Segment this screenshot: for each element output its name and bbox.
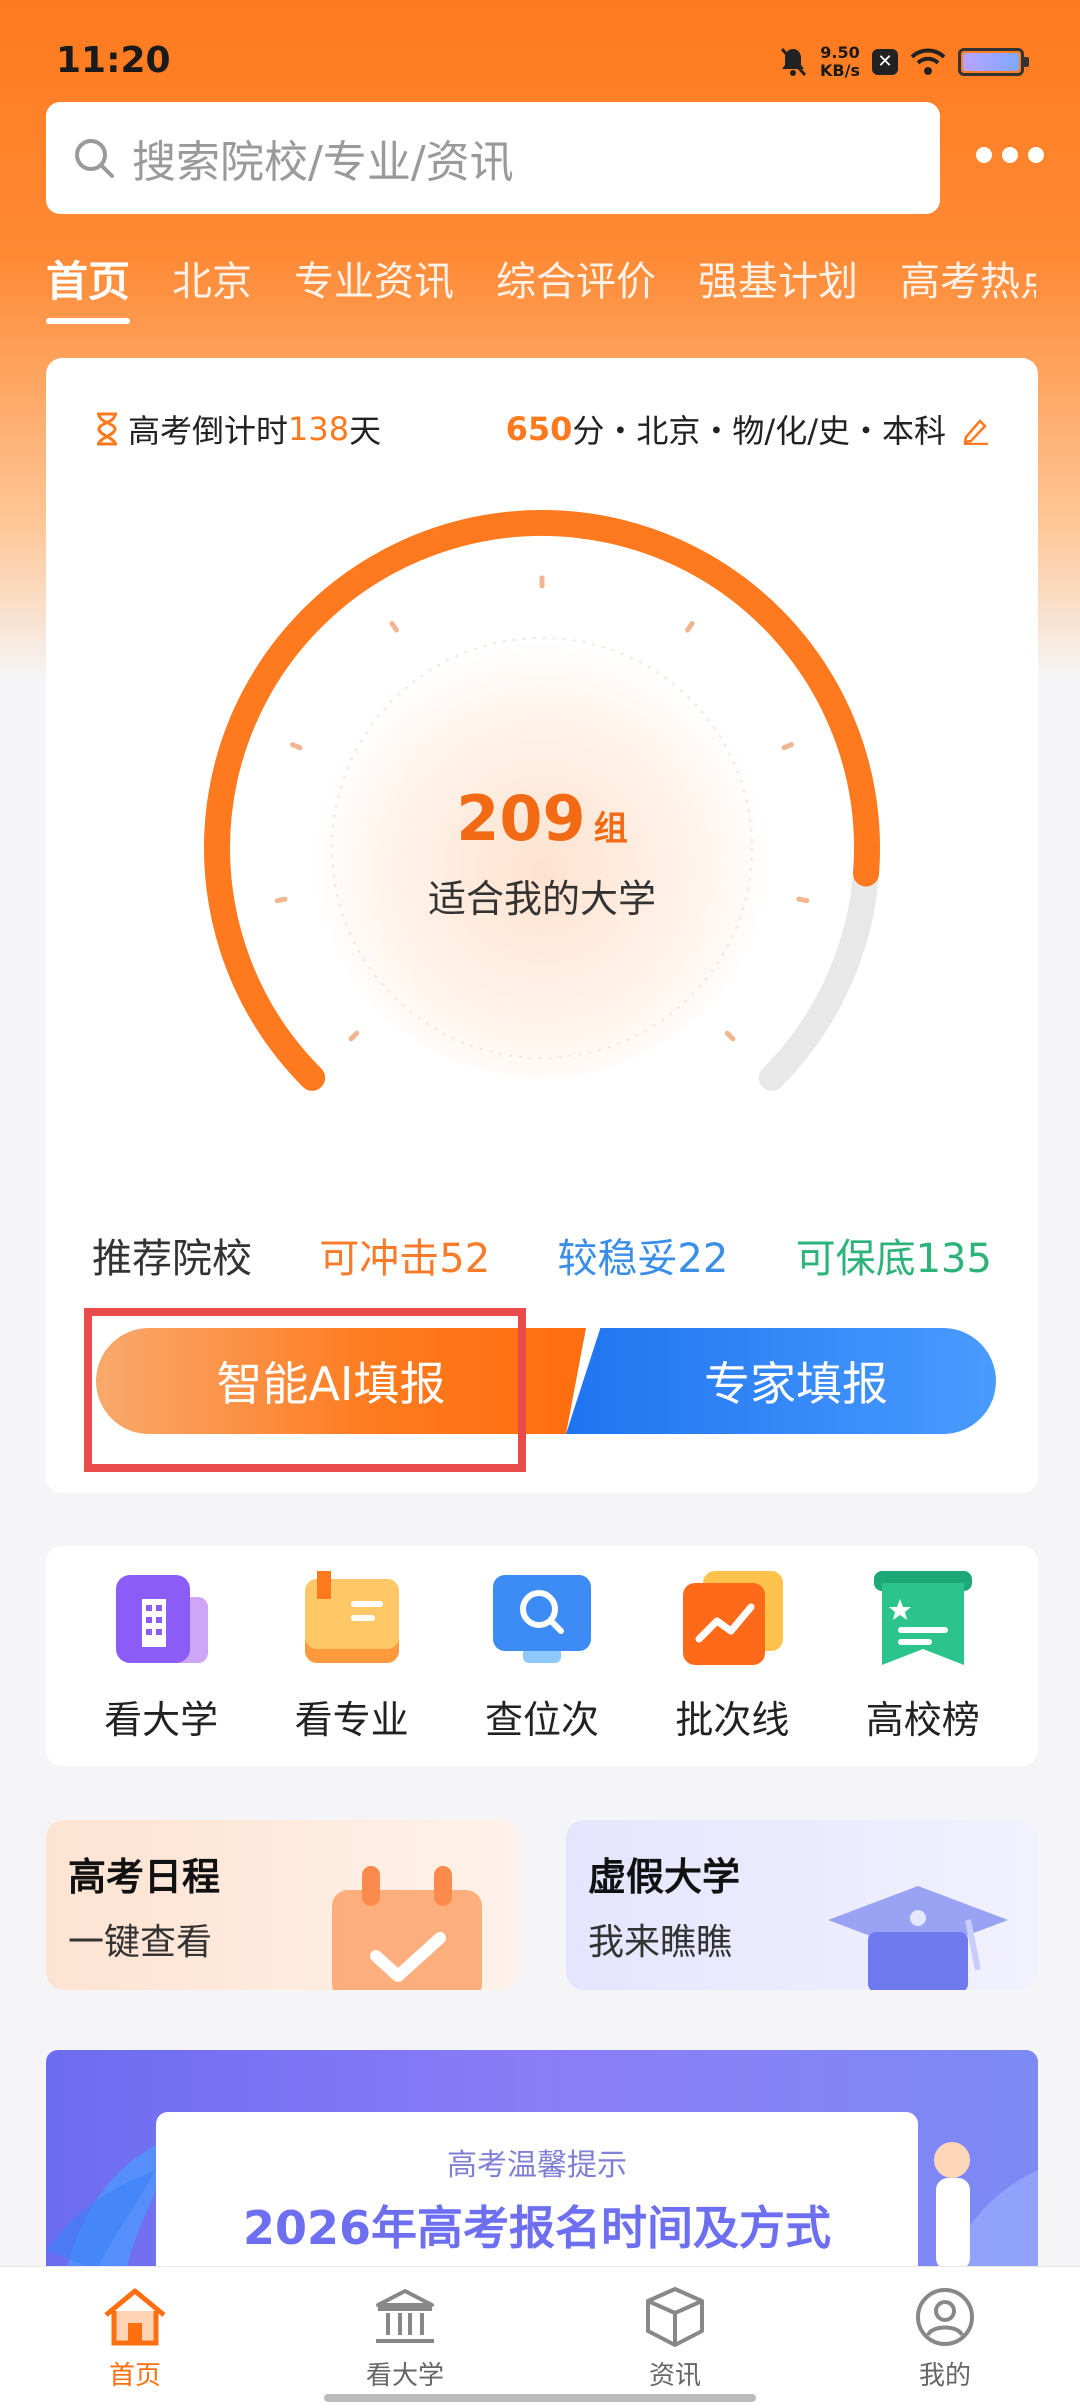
hourglass-icon xyxy=(97,412,117,446)
building-icon xyxy=(116,1574,209,1663)
quick-link-universities[interactable]: 看大学 xyxy=(76,1569,246,1744)
calendar-check-icon xyxy=(332,1866,482,1990)
tab-major-news[interactable]: 专业资讯 xyxy=(294,252,454,332)
gauge-count: 209 xyxy=(456,782,586,855)
quick-link-label: 看专业 xyxy=(294,1697,409,1742)
nav-home[interactable]: 首页 xyxy=(0,2267,270,2408)
banner-title: 2026年高考报名时间及方式 xyxy=(242,2201,832,2255)
wifi-icon xyxy=(910,48,946,75)
quick-links: 看大学 看专业 查位次 批次线 高校榜 xyxy=(46,1546,1038,1766)
net-speed-unit: KB/s xyxy=(820,61,860,80)
search-monitor-icon xyxy=(492,1574,591,1663)
tab-strong-base-plan[interactable]: 强基计划 xyxy=(698,252,858,332)
recommend-title: 推荐院校 xyxy=(92,1236,252,1282)
expert-fill-button[interactable]: 专家填报 xyxy=(566,1328,996,1434)
net-speed-value: 9.50 xyxy=(820,43,860,62)
tab-home[interactable]: 首页 xyxy=(46,252,131,332)
nav-label: 我的 xyxy=(918,2361,971,2391)
gauge-tick xyxy=(389,621,399,633)
search-icon xyxy=(75,139,114,178)
quick-link-rank-lookup[interactable]: 查位次 xyxy=(457,1569,627,1744)
quick-link-label: 查位次 xyxy=(484,1697,599,1742)
box-icon xyxy=(646,2287,704,2347)
battery-icon xyxy=(958,48,1029,76)
quick-link-batch-line[interactable]: 批次线 xyxy=(647,1569,817,1744)
exam-countdown: 高考倒计时 138 天 xyxy=(92,406,381,452)
match-gauge[interactable]: 209 组 适合我的大学 xyxy=(192,498,892,1198)
score-value: 650 xyxy=(505,410,573,448)
gauge-tick xyxy=(781,742,794,751)
category-tabs: 首页 北京 专业资讯 综合评价 强基计划 高考热点 xyxy=(46,252,1036,332)
x-badge-icon: ✕ xyxy=(872,49,898,75)
banner-subtitle: 高考温馨提示 xyxy=(447,2148,627,2183)
university-icon xyxy=(376,2289,434,2343)
promo-exam-schedule[interactable]: 高考日程 一键查看 xyxy=(46,1820,518,1990)
gauge-tick xyxy=(724,1030,736,1042)
gauge-unit: 组 xyxy=(593,809,628,849)
quick-link-ranking[interactable]: 高校榜 xyxy=(838,1569,1008,1744)
search-placeholder: 搜索院校/专业/资讯 xyxy=(132,137,514,188)
status-bar: 11:20 9.50 KB/s ✕ xyxy=(0,0,1080,110)
recommend-row: 推荐院校 可冲击52 较稳妥22 可保底135 xyxy=(92,1226,992,1284)
gauge-tick xyxy=(685,621,695,633)
recommend-rush[interactable]: 可冲击52 xyxy=(319,1226,490,1284)
more-dot-icon xyxy=(976,147,992,163)
tab-beijing[interactable]: 北京 xyxy=(172,252,252,332)
gauge-tick xyxy=(348,1030,360,1042)
more-dot-icon xyxy=(1028,147,1044,163)
recommend-safe[interactable]: 可保底135 xyxy=(796,1226,992,1284)
score-profile[interactable]: 650 分・北京・物/化/史・本科 xyxy=(506,406,992,452)
quick-link-majors[interactable]: 看专业 xyxy=(267,1569,437,1744)
more-options-button[interactable] xyxy=(972,140,1048,170)
home-icon xyxy=(104,2288,166,2346)
status-icons: 9.50 KB/s ✕ xyxy=(778,40,1029,84)
more-dot-icon xyxy=(1002,147,1018,163)
tab-gaokao-hot[interactable]: 高考热点 xyxy=(900,252,1036,332)
tab-comprehensive-eval[interactable]: 综合评价 xyxy=(496,252,656,332)
trend-chart-icon xyxy=(683,1570,784,1665)
user-icon xyxy=(916,2288,974,2346)
nav-mine[interactable]: 我的 xyxy=(810,2267,1080,2408)
book-icon xyxy=(304,1570,399,1663)
nav-universities[interactable]: 看大学 xyxy=(270,2267,540,2408)
ranking-ribbon-icon xyxy=(873,1570,972,1665)
promo-fake-university[interactable]: 虚假大学 我来瞧瞧 xyxy=(566,1820,1038,1990)
bottom-navigation: 首页 看大学 资讯 我的 xyxy=(0,2266,1080,2408)
mute-bell-icon xyxy=(780,48,807,76)
gauge-count-wrap: 209 组 xyxy=(192,782,892,855)
graduation-cap-icon xyxy=(828,1886,1008,1990)
quick-link-label: 高校榜 xyxy=(865,1697,980,1742)
nav-label: 看大学 xyxy=(365,2361,444,2391)
gauge-tick xyxy=(290,742,303,751)
nav-news[interactable]: 资讯 xyxy=(540,2267,810,2408)
countdown-days: 138 xyxy=(288,410,350,448)
nav-label: 首页 xyxy=(108,2361,161,2391)
recommend-stable[interactable]: 较稳妥22 xyxy=(557,1226,728,1284)
quick-link-label: 批次线 xyxy=(675,1697,790,1742)
score-details: 分・北京・物/化/史・本科 xyxy=(572,412,946,450)
edit-pencil-icon[interactable] xyxy=(960,413,992,445)
gauge-label: 适合我的大学 xyxy=(427,877,656,921)
countdown-prefix: 高考倒计时 xyxy=(128,412,289,450)
home-indicator xyxy=(324,2394,756,2402)
quick-link-label: 看大学 xyxy=(104,1697,219,1742)
nav-label: 资讯 xyxy=(648,2361,701,2391)
notice-banner[interactable]: 高考温馨提示 2026年高考报名时间及方式 xyxy=(46,2050,1038,2270)
status-time: 11:20 xyxy=(56,40,171,81)
search-input[interactable]: 搜索院校/专业/资讯 xyxy=(46,102,940,214)
countdown-suffix: 天 xyxy=(349,412,382,450)
net-speed: 9.50 KB/s xyxy=(820,44,860,80)
highlight-box xyxy=(84,1308,526,1472)
